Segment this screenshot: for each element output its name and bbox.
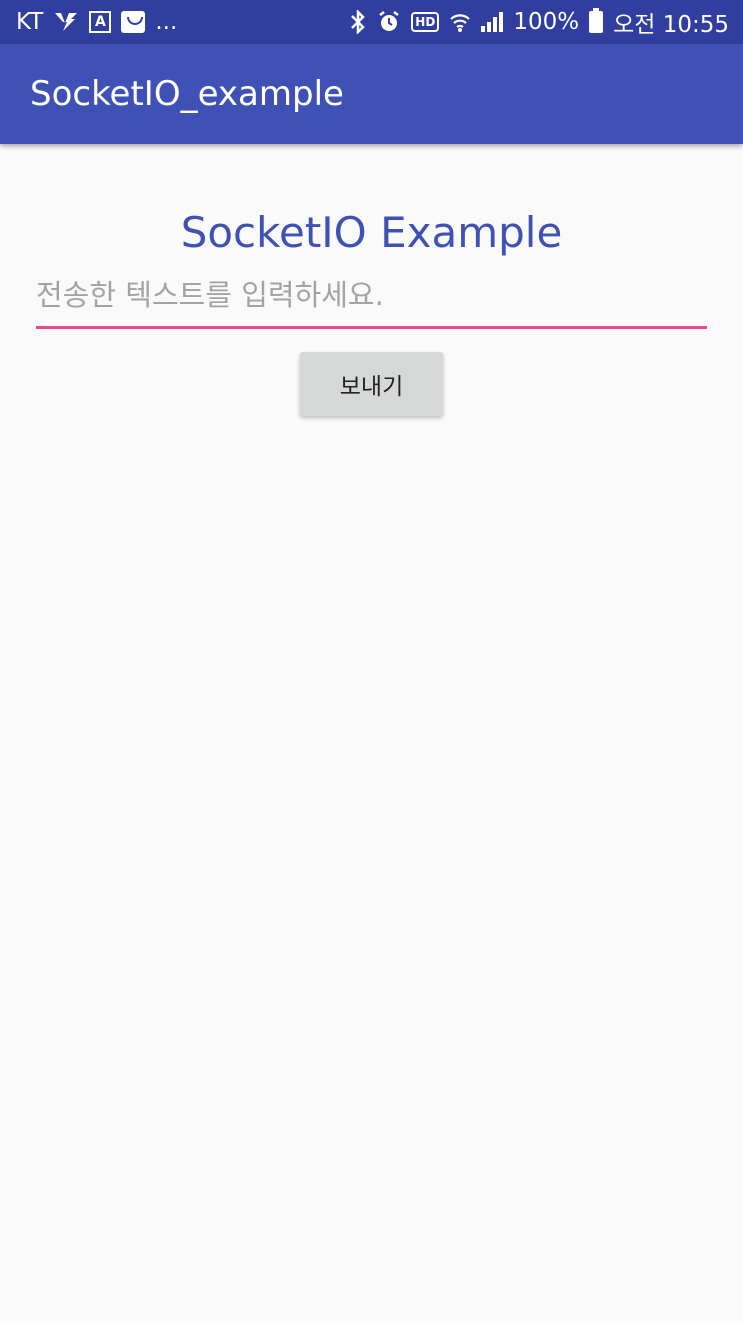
status-bar-left: KT A ... [16,9,177,35]
message-input[interactable] [36,272,707,326]
status-bar-right: HD 100% 오전 10:55 [349,5,729,39]
notification-a-icon: A [89,11,112,33]
hd-voice-icon: HD [411,12,440,32]
shopping-bag-icon [121,11,146,33]
vpn-icon [53,11,79,33]
more-notifications: ... [155,9,178,35]
message-input-container [36,272,707,329]
status-bar: KT A ... HD 100% 오전 10:55 [0,0,743,44]
battery-percent: 100% [513,9,580,35]
alarm-icon [377,10,401,34]
app-bar: SocketIO_example [0,44,743,144]
battery-icon [589,8,604,33]
wifi-icon [449,11,471,33]
bluetooth-icon [349,10,367,34]
clock: 오전 10:55 [613,12,729,38]
signal-strength-icon [481,12,504,32]
send-button[interactable]: 보내기 [300,352,443,416]
app-title: SocketIO_example [30,74,344,114]
carrier-label: KT [16,9,44,35]
page-heading: SocketIO Example [180,208,563,257]
